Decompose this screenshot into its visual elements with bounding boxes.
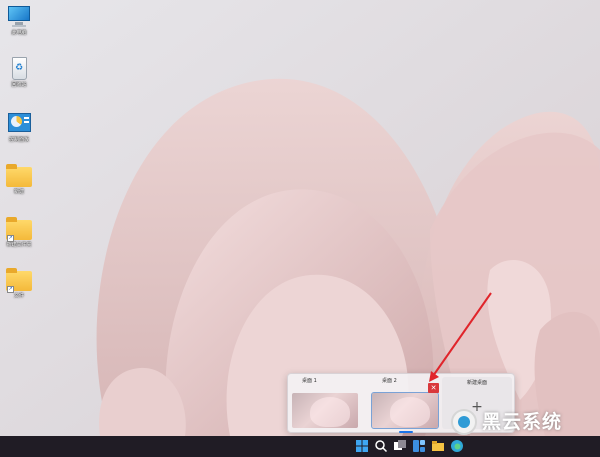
desktop-icon-label: 文件: [13, 293, 24, 299]
virtual-desktop-label: 桌面 1: [302, 378, 317, 384]
desktop-icon-folder-shortcut-2[interactable]: ↗ 文件: [0, 268, 38, 300]
watermark-text: 黑云系统: [482, 411, 563, 433]
desktop-thumbnail: [292, 393, 358, 428]
watermark-logo-icon: [451, 409, 477, 435]
desktop-icon-label: 回收站: [11, 82, 27, 88]
close-desktop-button[interactable]: ✕: [428, 383, 439, 393]
folder-shortcut-icon: ↗: [5, 268, 33, 293]
control-panel-icon: [5, 112, 33, 136]
edge-icon[interactable]: [450, 439, 464, 453]
desktop-icon-this-pc[interactable]: 此电脑: [0, 5, 38, 37]
virtual-desktop-1[interactable]: 桌面 1: [292, 378, 358, 428]
close-icon: ✕: [430, 384, 437, 392]
shortcut-arrow-icon: ↗: [7, 286, 14, 293]
desktop-icon-recycle-bin[interactable]: ♻ 回收站: [0, 57, 38, 89]
folder-shortcut-icon: ↗: [5, 217, 33, 242]
start-icon[interactable]: [355, 439, 369, 453]
desktop-wallpaper: [0, 0, 600, 436]
active-desktop-indicator: [399, 431, 413, 433]
desktop-icon-control-panel[interactable]: 控制面板: [0, 112, 38, 144]
recycle-bin-icon: ♻: [5, 57, 33, 81]
taskbar: [0, 436, 600, 457]
desktop-icon-label: 控制面板: [8, 137, 29, 143]
folder-icon: [5, 164, 33, 188]
shortcut-arrow-icon: ↗: [7, 235, 14, 242]
watermark: 黑云系统: [449, 407, 600, 437]
new-desktop-label: 新建桌面: [466, 380, 487, 386]
desktop-thumbnail: [371, 392, 439, 429]
desktop-icon-label: 新建文件夹: [6, 242, 32, 248]
desktop-icon-label: 此电脑: [11, 30, 27, 36]
desktop-icon-label: 新建: [13, 189, 24, 195]
file-explorer-icon[interactable]: [431, 439, 445, 453]
desktop-icon-folder-new[interactable]: 新建: [0, 164, 38, 196]
virtual-desktop-2[interactable]: 桌面 2 ✕: [371, 378, 439, 433]
desktop-icon-folder-shortcut-1[interactable]: ↗ 新建文件夹: [0, 217, 38, 249]
monitor-icon: [5, 5, 33, 29]
search-icon[interactable]: [374, 439, 388, 453]
task-view-icon[interactable]: [393, 439, 407, 453]
widgets-icon[interactable]: [412, 439, 426, 453]
